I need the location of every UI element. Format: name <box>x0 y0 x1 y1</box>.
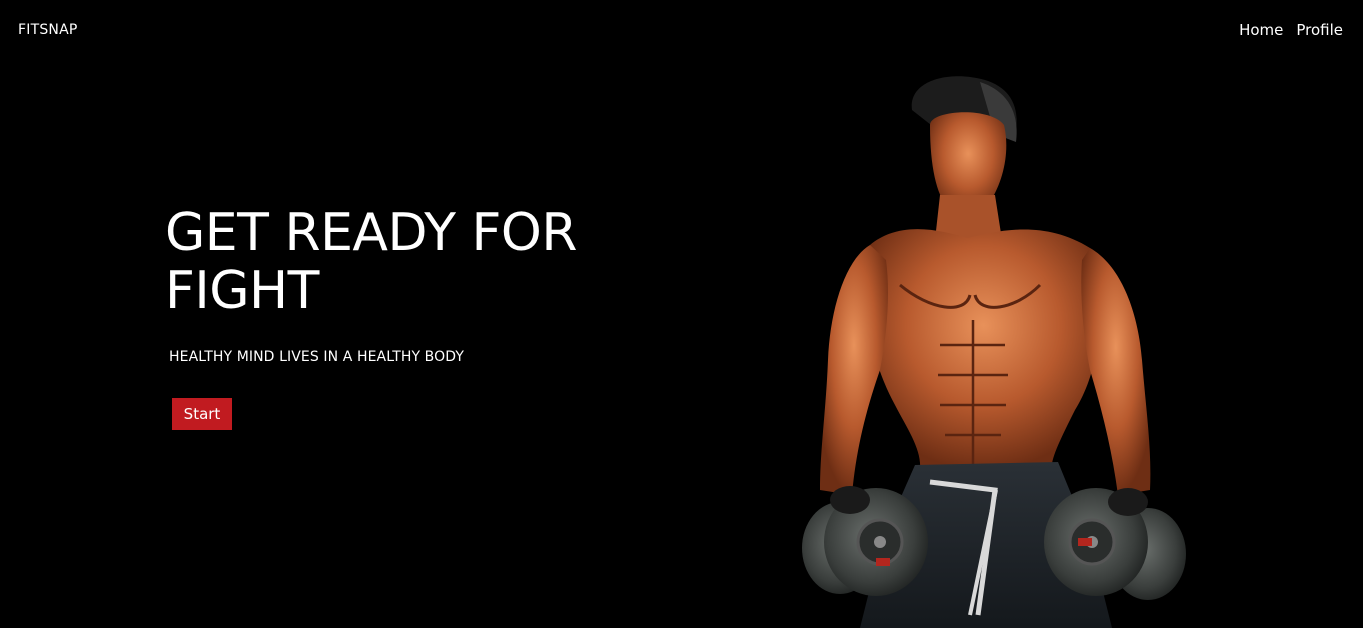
hero-subtitle: HEALTHY MIND LIVES IN A HEALTHY BODY <box>169 349 465 365</box>
nav-link-home[interactable]: Home <box>1239 21 1283 39</box>
start-button[interactable]: Start <box>172 398 232 430</box>
brand-logo[interactable]: FITSNAP <box>18 22 78 38</box>
nav-link-profile[interactable]: Profile <box>1296 21 1343 39</box>
nav-links: Home Profile <box>1239 21 1343 39</box>
navbar: FITSNAP Home Profile <box>0 0 1363 62</box>
hero-title: GET READY FOR FIGHT <box>165 203 577 321</box>
bodybuilder-image <box>802 76 1186 628</box>
landing-page: FITSNAP Home Profile GET READY FOR FIGHT… <box>0 0 1363 628</box>
